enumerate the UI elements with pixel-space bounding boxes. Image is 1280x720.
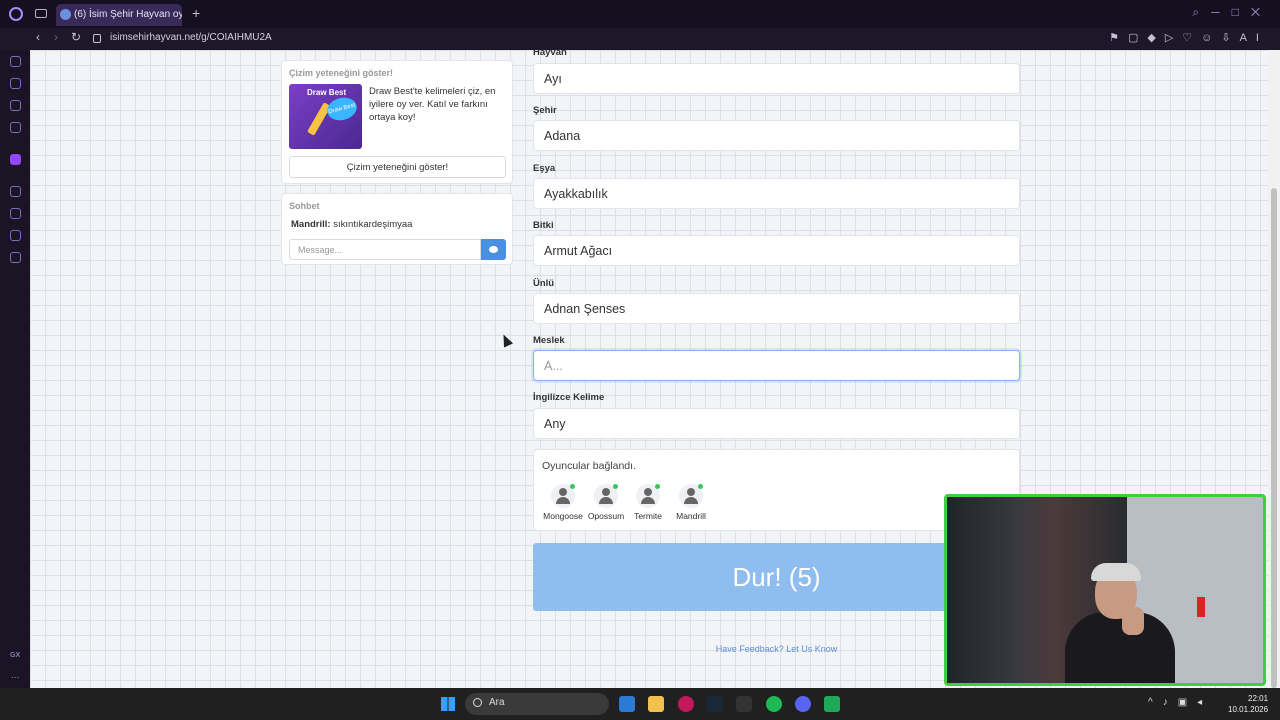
start-button-icon[interactable] xyxy=(441,697,455,711)
opera-gx-logo-icon[interactable] xyxy=(9,7,23,21)
sidebar-player-icon[interactable] xyxy=(10,186,21,197)
field-label-unlu: Ünlü xyxy=(533,278,555,289)
promo-thumbnail[interactable]: Draw Best Draw Best xyxy=(289,84,362,149)
chat-message: Mandrill: sıkıntıkardeşimyaa xyxy=(291,219,412,230)
file-explorer-icon[interactable] xyxy=(648,696,664,712)
reload-icon[interactable]: ↻ xyxy=(71,30,81,44)
clock-time: 22:01 xyxy=(1248,694,1269,703)
sidebar-more-icon[interactable]: ... xyxy=(11,670,19,681)
taskbar-clock[interactable]: 22:01 10.01.2026 xyxy=(1228,693,1268,715)
chat-bubble-icon xyxy=(489,246,498,253)
field-unlu[interactable]: Adnan Şenses xyxy=(533,293,1020,324)
new-tab-button[interactable]: + xyxy=(192,5,200,21)
promo-button[interactable]: Çizim yeteneğini göster! xyxy=(289,156,506,178)
field-label-sehir: Şehir xyxy=(533,105,557,116)
forward-icon[interactable]: › xyxy=(54,30,58,44)
tab-overview-icon[interactable] xyxy=(35,9,47,18)
online-dot-icon xyxy=(570,484,575,489)
tab-favicon-icon xyxy=(60,9,71,20)
browser-sidebar: GX ... xyxy=(0,50,30,688)
discord-icon[interactable] xyxy=(795,696,811,712)
back-icon[interactable]: ‹ xyxy=(36,30,40,44)
sidebar-music-icon[interactable] xyxy=(10,78,21,89)
ai-label[interactable]: AI xyxy=(1240,32,1268,44)
taskbar-search-label: Ara xyxy=(489,697,505,708)
sidebar-history-icon[interactable] xyxy=(10,208,21,219)
scrollbar-thumb[interactable] xyxy=(1271,188,1277,688)
epic-games-icon[interactable] xyxy=(736,696,752,712)
active-tab[interactable]: (6) İsim Şehir Hayvan oyun xyxy=(56,4,182,26)
avatar xyxy=(636,484,660,508)
chat-card: Sohbet Mandrill: sıkıntıkardeşimyaa xyxy=(281,193,513,265)
opera-gx-icon[interactable] xyxy=(678,696,694,712)
tab-title: (6) İsim Şehir Hayvan oyun xyxy=(74,9,182,20)
field-label-hayvan: Hayvan xyxy=(533,50,567,58)
promo-description: Draw Best'te kelimeleri çiz, en iyilere … xyxy=(369,86,496,123)
promo-thumb-badge: Draw Best xyxy=(324,94,360,124)
sidebar-settings-icon[interactable] xyxy=(10,252,21,263)
chat-input[interactable] xyxy=(289,239,481,260)
field-meslek[interactable]: A... xyxy=(533,350,1020,381)
page-scrollbar[interactable] xyxy=(1268,50,1280,688)
url-field[interactable]: isimsehirhayvan.net/g/COIAIHMU2A xyxy=(110,32,272,43)
mouse-cursor-icon xyxy=(498,332,514,348)
players-title: Oyuncular bağlandı. xyxy=(542,460,636,472)
sidebar-messenger-icon[interactable] xyxy=(10,100,21,111)
field-bitki[interactable]: Armut Ağacı xyxy=(533,235,1020,266)
address-bar: ‹ › ↻ isimsehirhayvan.net/g/COIAIHMU2A ⚑… xyxy=(0,28,1280,50)
steam-icon[interactable] xyxy=(707,696,723,712)
promo-thumb-title: Draw Best xyxy=(307,88,347,97)
field-label-esya: Eşya xyxy=(533,163,556,174)
online-dot-icon xyxy=(613,484,618,489)
field-hayvan[interactable]: Ayı xyxy=(533,63,1020,94)
chat-message-text: sıkıntıkardeşimyaa xyxy=(333,219,413,230)
toolbar-icons[interactable]: ⚑▢◆▷♡☺⇩AI xyxy=(1109,31,1268,44)
avatar xyxy=(679,484,703,508)
sidebar-gx-label[interactable]: GX xyxy=(10,652,20,659)
clock-date: 10.01.2026 xyxy=(1228,705,1269,714)
chat-message-user: Mandrill: xyxy=(291,219,331,230)
field-label-bitki: Bitki xyxy=(533,220,554,231)
promo-title: Çizim yeteneğini göster! xyxy=(289,68,394,78)
window-controls[interactable]: ⌕─□✕ xyxy=(1192,5,1272,20)
streamer-hand xyxy=(1122,607,1144,635)
sidebar-twitch-icon[interactable] xyxy=(10,154,21,165)
avatar xyxy=(551,484,575,508)
field-sehir[interactable]: Adana xyxy=(533,120,1020,151)
avatar xyxy=(594,484,618,508)
field-esya[interactable]: Ayakkabılık xyxy=(533,178,1020,209)
outlook-icon[interactable] xyxy=(619,696,635,712)
online-dot-icon xyxy=(655,484,660,489)
player-name: Mandrill xyxy=(676,511,706,521)
lock-icon xyxy=(93,34,101,43)
microphone-icon xyxy=(1197,597,1205,617)
search-icon xyxy=(473,698,482,707)
field-label-ingilizce-kelime: İngilizce Kelime xyxy=(533,392,605,403)
chat-send-button[interactable] xyxy=(481,239,506,260)
field-ingilizce-kelime[interactable]: Any xyxy=(533,408,1020,439)
chat-title: Sohbet xyxy=(289,201,320,211)
sidebar-gx-corner-icon[interactable] xyxy=(10,56,21,67)
field-label-meslek: Meslek xyxy=(533,335,565,346)
sidebar-extensions-icon[interactable] xyxy=(10,230,21,241)
spotify-icon[interactable] xyxy=(766,696,782,712)
system-tray[interactable]: ^♪▣◂ xyxy=(1148,697,1212,708)
app-icon[interactable] xyxy=(824,696,840,712)
windows-taskbar: Ara ^♪▣◂ 22:01 10.01.2026 xyxy=(0,688,1280,720)
browser-tab-bar: (6) İsim Şehir Hayvan oyun + ⌕─□✕ xyxy=(0,0,1280,28)
promo-card: Çizim yeteneğini göster! Draw Best Draw … xyxy=(281,60,513,184)
streamer-body xyxy=(1065,612,1175,683)
player-mandrill[interactable]: Mandrill xyxy=(666,484,716,521)
streamer-cap xyxy=(1091,563,1141,581)
online-dot-icon xyxy=(698,484,703,489)
webcam-overlay xyxy=(944,494,1266,686)
sidebar-ai-icon[interactable] xyxy=(10,122,21,133)
taskbar-search[interactable]: Ara xyxy=(465,693,609,715)
